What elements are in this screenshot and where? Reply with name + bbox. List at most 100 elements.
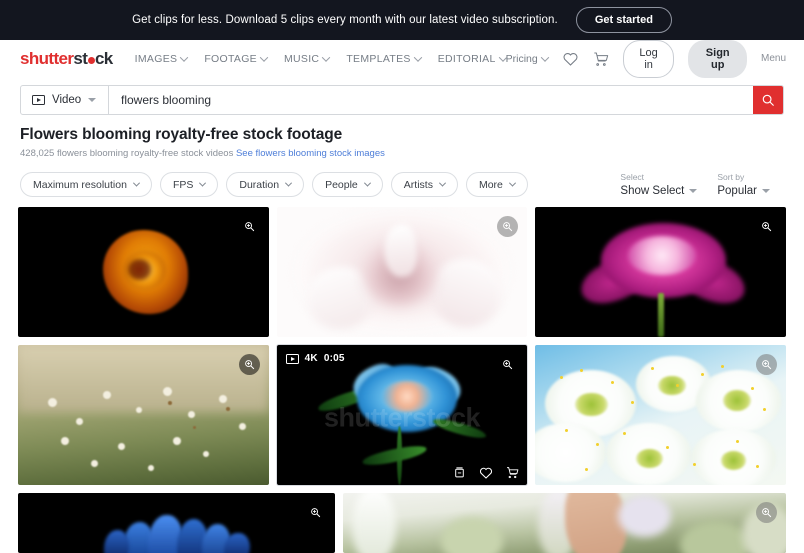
chevron-down-icon <box>88 98 97 102</box>
chevron-down-icon <box>132 179 140 187</box>
signup-button[interactable]: Sign up <box>688 39 747 78</box>
results-count: 428,025 flowers blooming royalty-free st… <box>20 148 234 159</box>
card-zoom-button[interactable] <box>238 216 260 237</box>
thumbnail-cherry-blossom <box>535 345 787 485</box>
zoom-in-icon <box>762 222 772 232</box>
pricing-label: Pricing <box>505 52 538 65</box>
results-grid: shutterstock 4K 0:05 <box>0 197 804 553</box>
add-to-cart-button[interactable] <box>506 466 519 479</box>
add-to-favorites-button[interactable] <box>479 466 493 479</box>
logo-part-st: st <box>73 48 88 68</box>
sort-controls: Select Show Select Sort by Popular <box>620 172 784 197</box>
chevron-down-icon <box>540 52 549 62</box>
result-card-hand-nature[interactable] <box>343 493 786 553</box>
video-quality-badge: 4K 0:05 <box>285 353 345 364</box>
nav-item-label: EDITORIAL <box>437 52 496 65</box>
select-dropdown[interactable]: Show Select <box>620 185 698 197</box>
chevron-down-icon <box>762 189 770 193</box>
shutterstock-logo[interactable]: shutter st ck <box>20 49 113 69</box>
favorites-button[interactable] <box>562 51 579 66</box>
zoom-in-icon <box>311 508 321 518</box>
result-card-white-rose[interactable] <box>276 207 528 337</box>
filter-fps[interactable]: FPS <box>159 172 219 197</box>
see-stock-images-link[interactable]: See flowers blooming stock images <box>236 148 385 159</box>
nav-item-label: TEMPLATES <box>346 52 411 65</box>
logo-asterisk-icon <box>87 57 95 64</box>
thumbnail-blue-peony <box>276 345 528 485</box>
nav-item-images[interactable]: IMAGES <box>135 52 189 65</box>
nav-item-footage[interactable]: FOOTAGE <box>204 52 269 65</box>
result-card-blue-peony-video[interactable]: shutterstock 4K 0:05 <box>275 344 529 486</box>
menu-button[interactable]: Menu <box>761 53 786 64</box>
filter-label: FPS <box>172 178 194 191</box>
filter-label: More <box>478 178 503 191</box>
result-card-meadow[interactable] <box>18 345 269 485</box>
result-card-cherry-blossom[interactable] <box>535 345 787 485</box>
filter-artists[interactable]: Artists <box>390 172 458 197</box>
filter-people[interactable]: People <box>312 172 383 197</box>
zoom-in-icon <box>244 360 254 370</box>
card-zoom-button[interactable] <box>756 354 778 375</box>
nav-item-label: FOOTAGE <box>204 52 257 65</box>
search-input[interactable] <box>109 86 753 114</box>
nav-item-templates[interactable]: TEMPLATES <box>346 52 422 65</box>
results-subline: 428,025 flowers blooming royalty-free st… <box>20 148 784 159</box>
collection-icon <box>455 467 465 478</box>
page-title: Flowers blooming royalty-free stock foot… <box>20 126 343 143</box>
filter-label: People <box>325 178 358 191</box>
grid-row: shutterstock 4K 0:05 <box>18 344 787 486</box>
header-actions: Pricing Log in Sign up Menu <box>505 39 786 78</box>
shopping-cart-icon <box>594 52 608 66</box>
filter-duration[interactable]: Duration <box>226 172 305 197</box>
search-bar: Video <box>20 85 784 115</box>
thumbnail-white-rose <box>276 207 528 337</box>
chevron-down-icon <box>199 179 207 187</box>
card-zoom-button[interactable] <box>238 354 260 375</box>
card-zoom-button[interactable] <box>756 216 778 237</box>
chevron-down-icon <box>285 179 293 187</box>
heart-icon <box>480 467 493 479</box>
sortby-value: Popular <box>717 185 757 197</box>
chevron-down-icon <box>438 179 446 187</box>
select-value: Show Select <box>620 185 685 197</box>
add-to-collection-button[interactable] <box>453 466 466 479</box>
result-card-blue-flowers[interactable] <box>18 493 336 553</box>
chevron-down-icon <box>689 189 698 193</box>
video-icon <box>32 95 45 105</box>
get-started-button[interactable]: Get started <box>575 7 672 33</box>
chevron-down-icon <box>259 52 269 62</box>
thumbnail-orange-rose <box>18 207 269 337</box>
badge-resolution: 4K <box>304 353 318 364</box>
sortby-label: Sort by <box>717 172 745 182</box>
zoom-in-icon <box>503 360 513 370</box>
search-submit-button[interactable] <box>753 86 783 114</box>
pricing-menu[interactable]: Pricing <box>505 52 549 65</box>
result-card-orange-rose[interactable] <box>18 207 269 337</box>
chevron-down-icon <box>508 179 516 187</box>
nav-item-editorial[interactable]: EDITORIAL <box>437 52 507 65</box>
select-label: Select <box>620 172 645 182</box>
select-group: Select Show Select <box>620 172 698 197</box>
chevron-down-icon <box>413 52 422 62</box>
grid-row <box>18 207 787 337</box>
nav-item-music[interactable]: MUSIC <box>284 53 331 65</box>
filter-maximum-resolution[interactable]: Maximum resolution <box>20 172 152 197</box>
results-header: Flowers blooming royalty-free stock foot… <box>0 115 804 159</box>
filter-more[interactable]: More <box>465 172 528 197</box>
grid-row <box>18 493 786 553</box>
asset-type-dropdown[interactable]: Video <box>21 86 109 114</box>
cart-button[interactable] <box>593 51 609 67</box>
filter-pills: Maximum resolution FPS Duration People A… <box>20 172 528 197</box>
site-header: shutter st ck IMAGES FOOTAGE MUSIC TEMPLAT… <box>0 39 804 78</box>
thumbnail-meadow-flowers <box>18 345 269 485</box>
zoom-in-icon <box>503 222 513 232</box>
chevron-down-icon <box>180 52 189 62</box>
asset-type-label: Video <box>52 94 82 106</box>
login-button[interactable]: Log in <box>622 39 675 78</box>
thumbnail-blue-flowers <box>18 493 336 553</box>
video-icon <box>285 353 299 364</box>
result-card-magenta-peony[interactable] <box>535 207 787 337</box>
heart-icon <box>563 53 578 66</box>
sortby-dropdown[interactable]: Popular <box>717 185 770 197</box>
card-zoom-button[interactable] <box>756 502 777 523</box>
